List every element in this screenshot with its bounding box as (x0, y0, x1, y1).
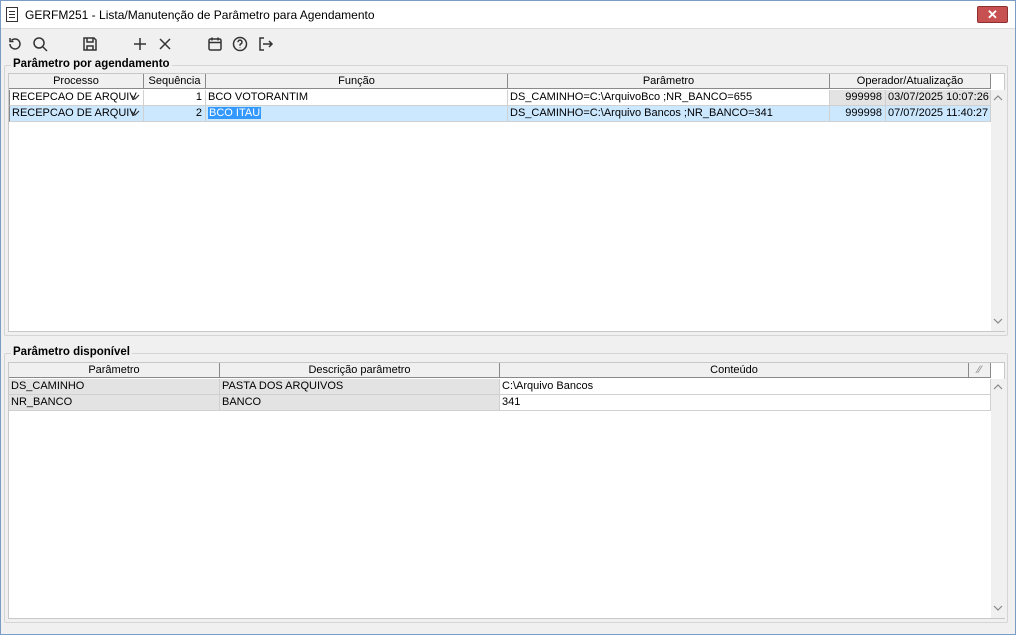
toolbar (1, 30, 1015, 58)
document-icon (6, 7, 18, 22)
main-window: GERFM251 - Lista/Manutenção de Parâmetro… (0, 0, 1016, 635)
col-header-sequencia[interactable]: Sequência (144, 74, 206, 89)
chevron-down-icon[interactable] (130, 108, 140, 118)
funcao-cell[interactable]: BCO VOTORANTIM (206, 90, 508, 106)
vertical-scrollbar[interactable] (991, 379, 1005, 618)
sequencia-cell[interactable]: 2 (144, 106, 206, 122)
available-params-title: Parâmetro disponível (11, 346, 132, 358)
processo-dropdown[interactable]: RECEPCAO DE ARQUIV (9, 90, 144, 106)
save-icon[interactable] (79, 34, 101, 54)
col-header-parametro[interactable]: Parâmetro (9, 363, 220, 378)
processo-dropdown[interactable]: RECEPCAO DE ARQUIV (9, 106, 144, 122)
funcao-cell-editing[interactable]: BCO ITAU (206, 106, 508, 122)
schedule-params-title: Parâmetro por agendamento (11, 58, 172, 70)
columns-resize-icon[interactable]: ⁄⁄ (969, 363, 991, 378)
vertical-scrollbar[interactable] (991, 90, 1005, 331)
param-value-input[interactable]: C:\Arquivo Bancos (500, 379, 991, 395)
calendar-icon[interactable] (204, 34, 226, 54)
available-params-grid: Parâmetro Descrição parâmetro Conteúdo ⁄… (8, 362, 1005, 619)
close-button[interactable]: ✕ (977, 6, 1008, 23)
scroll-up-icon[interactable] (993, 93, 1003, 103)
col-header-descricao[interactable]: Descrição parâmetro (220, 363, 500, 378)
funcao-selected-text[interactable]: BCO ITAU (208, 107, 262, 119)
chevron-down-icon[interactable] (130, 92, 140, 102)
param-name-cell: DS_CAMINHO (9, 379, 220, 395)
param-desc-cell: BANCO (220, 395, 500, 411)
refresh-icon[interactable] (4, 34, 26, 54)
scroll-down-icon[interactable] (993, 316, 1003, 326)
title-bar: GERFM251 - Lista/Manutenção de Parâmetro… (1, 1, 1015, 29)
col-header-operador[interactable]: Operador/Atualização (830, 74, 991, 89)
parametro-cell[interactable]: DS_CAMINHO=C:\Arquivo Bancos ;NR_BANCO=3… (508, 106, 830, 122)
col-header-funcao[interactable]: Função (206, 74, 508, 89)
search-icon[interactable] (29, 34, 51, 54)
param-desc-cell: PASTA DOS ARQUIVOS (220, 379, 500, 395)
processo-value: RECEPCAO DE ARQUIV (12, 107, 137, 119)
schedule-params-grid: Processo Sequência Função Parâmetro Oper… (8, 73, 1005, 332)
param-name-cell: NR_BANCO (9, 395, 220, 411)
col-header-conteudo[interactable]: Conteúdo (500, 363, 969, 378)
col-header-processo[interactable]: Processo (9, 74, 144, 89)
atualizacao-cell: 07/07/2025 11:40:27 (886, 106, 991, 122)
parametro-cell[interactable]: DS_CAMINHO=C:\ArquivoBco ;NR_BANCO=655 (508, 90, 830, 106)
operador-cell: 999998 (830, 106, 886, 122)
operador-cell: 999998 (830, 90, 886, 106)
sequencia-cell[interactable]: 1 (144, 90, 206, 106)
add-icon[interactable] (129, 34, 151, 54)
exit-icon[interactable] (254, 34, 276, 54)
atualizacao-cell: 03/07/2025 10:07:26 (886, 90, 991, 106)
window-title: GERFM251 - Lista/Manutenção de Parâmetro… (25, 8, 375, 22)
available-params-group: Parâmetro disponível Parâmetro Descrição… (4, 346, 1008, 623)
param-value-input[interactable]: 341 (500, 395, 991, 411)
scroll-down-icon[interactable] (993, 603, 1003, 613)
delete-icon[interactable] (154, 34, 176, 54)
help-icon[interactable] (229, 34, 251, 54)
col-header-parametro[interactable]: Parâmetro (508, 74, 830, 89)
processo-value: RECEPCAO DE ARQUIV (12, 91, 137, 103)
scroll-up-icon[interactable] (993, 382, 1003, 392)
schedule-params-group: Parâmetro por agendamento Processo Sequê… (4, 58, 1008, 336)
